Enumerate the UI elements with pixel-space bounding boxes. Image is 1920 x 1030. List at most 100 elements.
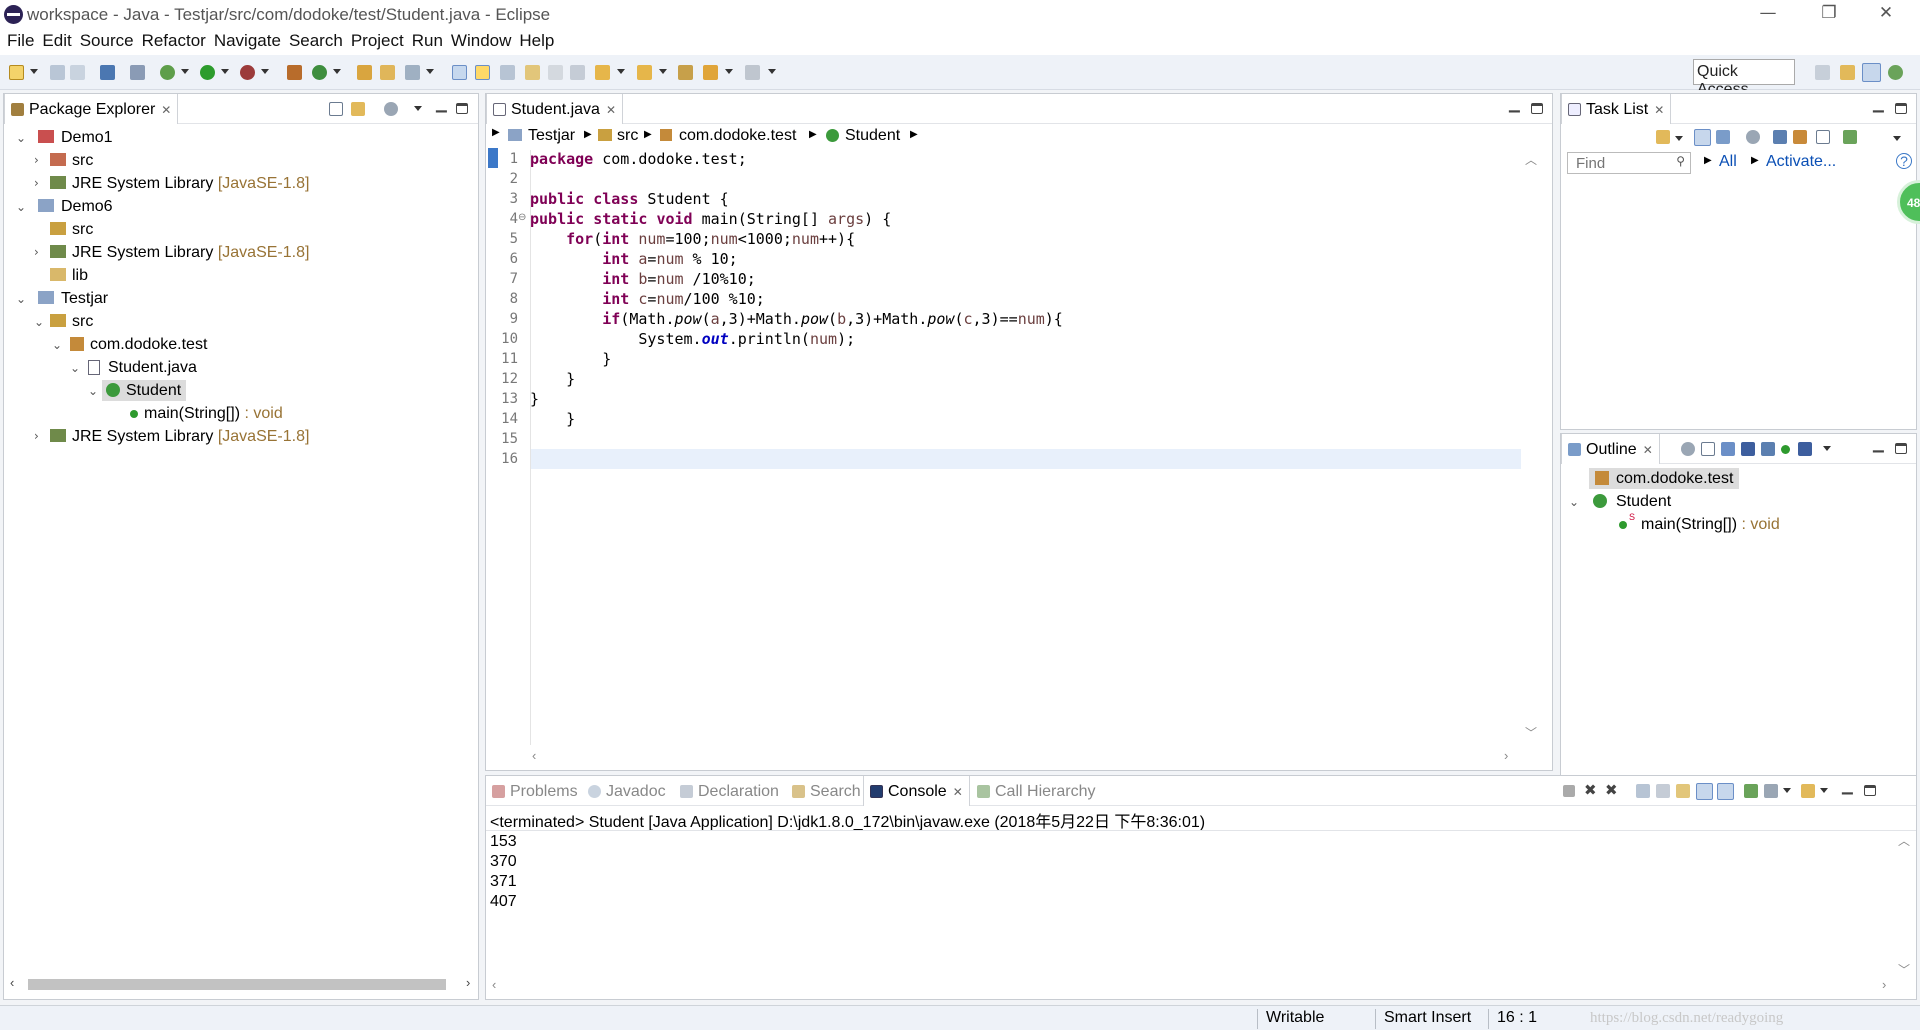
last-edit-icon[interactable]: [678, 65, 693, 80]
prev-annotation-icon[interactable]: [637, 65, 652, 80]
chevron-down-icon[interactable]: ⌄: [16, 131, 26, 145]
link-with-editor-icon[interactable]: [351, 102, 365, 116]
menu-search[interactable]: Search: [286, 29, 348, 54]
tab-javadoc[interactable]: Javadoc: [582, 776, 672, 806]
task-find-field[interactable]: ⚲: [1567, 152, 1691, 174]
view-menu-icon[interactable]: [1823, 446, 1831, 451]
minimize-view-icon[interactable]: ▁: [1873, 96, 1884, 113]
display-console-dropdown-icon[interactable]: [1783, 788, 1791, 793]
debug-perspective-icon[interactable]: [1888, 65, 1903, 80]
new-package-icon[interactable]: [287, 65, 302, 80]
activate-link[interactable]: Activate...: [1766, 153, 1836, 171]
open-task-icon[interactable]: [380, 65, 395, 80]
close-icon[interactable]: ✕: [1643, 443, 1653, 457]
maximize-view-icon[interactable]: [1531, 103, 1543, 114]
restore-button[interactable]: ❐: [1815, 3, 1843, 25]
close-icon[interactable]: ✕: [606, 103, 616, 117]
remove-launch-icon[interactable]: ✖: [1584, 781, 1597, 799]
horizontal-scrollbar[interactable]: ‹ ›: [10, 975, 472, 993]
menu-edit[interactable]: Edit: [39, 29, 76, 54]
forward-dropdown-icon[interactable]: [768, 69, 776, 74]
tab-task-list[interactable]: Task List ✕: [1561, 94, 1672, 124]
menu-help[interactable]: Help: [516, 29, 559, 54]
hide-completed-icon[interactable]: [1773, 130, 1787, 144]
word-wrap-icon[interactable]: [525, 65, 540, 80]
open-console-icon[interactable]: [1801, 784, 1815, 798]
print-icon[interactable]: [100, 65, 115, 80]
menu-navigate[interactable]: Navigate: [211, 29, 286, 54]
minimize-button[interactable]: —: [1754, 3, 1782, 25]
menu-refactor[interactable]: Refactor: [139, 29, 211, 54]
open-type-icon[interactable]: [357, 65, 372, 80]
console-output[interactable]: 153 370 371 407: [490, 832, 517, 912]
scroll-right-icon[interactable]: ›: [1882, 977, 1886, 992]
maximize-view-icon[interactable]: [1895, 103, 1907, 114]
minimize-view-icon[interactable]: ▁: [1873, 436, 1884, 453]
new-class-dropdown-icon[interactable]: [333, 69, 341, 74]
tab-call-hierarchy[interactable]: Call Hierarchy: [971, 776, 1101, 806]
close-icon[interactable]: ✕: [953, 785, 963, 799]
synchronize-icon[interactable]: [1843, 130, 1857, 144]
remove-all-launches-icon[interactable]: ✖: [1605, 781, 1618, 799]
breadcrumb-src[interactable]: src: [617, 127, 638, 145]
search-tool-icon[interactable]: [405, 65, 420, 80]
tab-search[interactable]: Search: [786, 776, 867, 806]
toggle-mark-occurrences-icon[interactable]: [452, 65, 467, 80]
save-icon[interactable]: [50, 65, 65, 80]
menu-project[interactable]: Project: [348, 29, 409, 54]
back-icon[interactable]: [703, 65, 718, 80]
skip-breakpoints-icon[interactable]: [130, 65, 145, 80]
chevron-down-icon[interactable]: ⌄: [88, 384, 98, 398]
minimize-view-icon[interactable]: ▁: [436, 96, 447, 113]
maximize-view-icon[interactable]: [1864, 785, 1876, 796]
prev-annotation-dropdown-icon[interactable]: [659, 69, 667, 74]
chevron-down-icon[interactable]: ⌄: [1569, 495, 1579, 509]
scroll-down-icon[interactable]: ﹀: [1898, 961, 1910, 978]
open-perspective-icon[interactable]: [1815, 65, 1830, 80]
breadcrumb-package[interactable]: com.dodoke.test: [679, 127, 796, 145]
block-selection-icon[interactable]: [500, 65, 515, 80]
menu-window[interactable]: Window: [448, 29, 516, 54]
scroll-up-icon[interactable]: ︿: [1898, 832, 1910, 849]
java-ee-perspective-icon[interactable]: [1840, 65, 1855, 80]
focus-icon[interactable]: [1793, 130, 1807, 144]
show-whitespace-icon[interactable]: [548, 65, 563, 80]
chevron-right-icon[interactable]: ›: [34, 429, 39, 443]
close-icon[interactable]: ✕: [1654, 103, 1664, 117]
close-icon[interactable]: ✕: [161, 103, 171, 117]
chevron-down-icon[interactable]: ⌄: [70, 361, 80, 375]
back-dropdown-icon[interactable]: [725, 69, 733, 74]
debug-dropdown-icon[interactable]: [181, 69, 189, 74]
tab-declaration[interactable]: Declaration: [674, 776, 785, 806]
collapse-all-icon[interactable]: [1816, 130, 1830, 144]
scrollbar-thumb[interactable]: [28, 979, 446, 990]
new-class-icon[interactable]: [312, 65, 327, 80]
chevron-right-icon[interactable]: ›: [34, 153, 39, 167]
quick-access-input[interactable]: Quick Access: [1693, 59, 1795, 98]
new-task-icon[interactable]: [1656, 130, 1670, 144]
hide-local-types-icon[interactable]: [1798, 442, 1812, 456]
tab-console[interactable]: Console ✕: [863, 776, 970, 806]
filter-icon[interactable]: [384, 102, 398, 116]
chevron-down-icon[interactable]: ⌄: [52, 338, 62, 352]
chevron-right-icon[interactable]: ›: [34, 245, 39, 259]
scroll-lock-icon[interactable]: [1656, 784, 1670, 798]
search-dropdown-icon[interactable]: [426, 69, 434, 74]
hide-fields-icon[interactable]: [1741, 442, 1755, 456]
clear-console-icon[interactable]: [1636, 784, 1650, 798]
scroll-left-icon[interactable]: ‹: [532, 748, 536, 763]
sort-icon[interactable]: [1721, 442, 1735, 456]
floating-badge[interactable]: 48: [1897, 180, 1920, 224]
chevron-down-icon[interactable]: ⌄: [16, 200, 26, 214]
editor-vertical-scrollbar[interactable]: ︿ ﹀: [1522, 150, 1540, 742]
collapse-all-icon[interactable]: [329, 102, 343, 116]
menu-run[interactable]: Run: [409, 29, 448, 54]
tab-student-java[interactable]: Student.java ✕: [486, 94, 624, 124]
chevron-down-icon[interactable]: ⌄: [16, 292, 26, 306]
editor-horizontal-scrollbar[interactable]: ‹ ›: [530, 748, 1520, 764]
paragraph-icon[interactable]: [570, 65, 585, 80]
help-icon[interactable]: ?: [1896, 153, 1912, 169]
fold-icon[interactable]: ⊖: [518, 212, 526, 223]
new-task-dropdown-icon[interactable]: [1675, 136, 1683, 141]
tab-outline[interactable]: Outline ✕: [1561, 434, 1660, 464]
